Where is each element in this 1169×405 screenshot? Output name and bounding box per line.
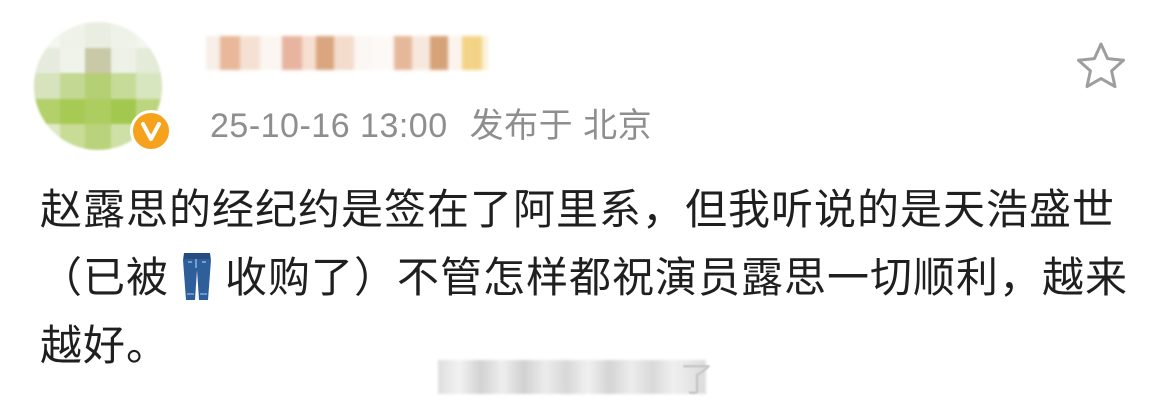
post-content: 赵露思的经纪约是签在了阿里系，但我听说的是天浩盛世（已被 收购了）不管怎样都祝演… [40, 176, 1130, 380]
favorite-star-button[interactable] [1074, 40, 1128, 92]
verified-badge-icon [130, 110, 172, 152]
post-meta: 25-10-16 13:00 发布于 北京 [210, 98, 652, 147]
verified-check-icon [141, 122, 161, 141]
jeans-emoji-icon [175, 250, 219, 302]
location-prefix: 发布于 [469, 107, 574, 145]
username-blurred[interactable] [206, 36, 488, 70]
obscured-tail-char: 了 [680, 360, 714, 400]
post-timestamp: 25-10-16 13:00 [210, 107, 448, 145]
obscured-text-strip [438, 360, 706, 394]
post-location: 北京 [583, 107, 653, 145]
star-icon [1077, 42, 1125, 89]
